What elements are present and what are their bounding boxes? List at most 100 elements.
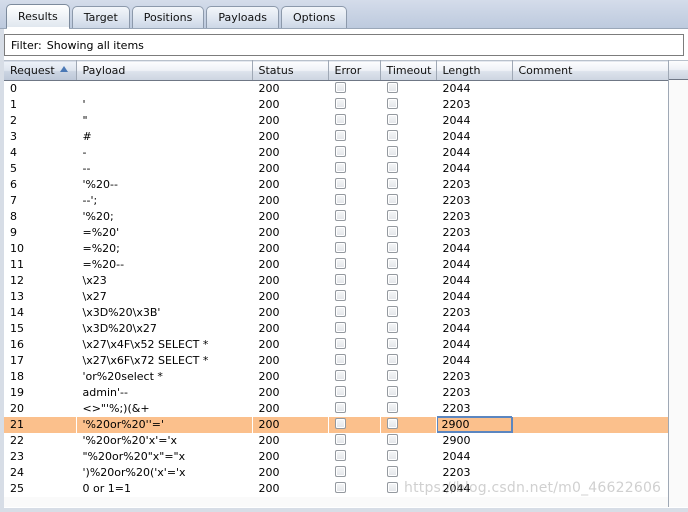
checkbox-timeout-icon[interactable]: [386, 402, 398, 413]
cell-status[interactable]: 200: [252, 129, 328, 145]
table-row[interactable]: 20 <>"'%;)(&+ 200 2203: [4, 400, 668, 417]
cell-status[interactable]: 200: [252, 97, 328, 113]
cell-timeout[interactable]: [380, 113, 436, 129]
cell-error[interactable]: [328, 113, 380, 129]
cell-error[interactable]: [328, 385, 380, 401]
checkbox-timeout-icon[interactable]: [386, 178, 398, 189]
cell-request[interactable]: 4: [4, 145, 76, 161]
cell-length[interactable]: 2044: [436, 353, 512, 369]
cell-status[interactable]: 200: [252, 337, 328, 353]
cell-error[interactable]: [328, 193, 380, 209]
cell-request[interactable]: 7: [4, 193, 76, 209]
cell-request[interactable]: 25: [4, 481, 76, 497]
cell-error[interactable]: [328, 209, 380, 225]
checkbox-timeout-icon[interactable]: [386, 290, 398, 301]
cell-error[interactable]: [328, 161, 380, 177]
cell-payload[interactable]: admin'--: [76, 385, 252, 401]
cell-status[interactable]: 200: [252, 481, 328, 497]
table-row[interactable]: 21 '%20or%20''=' 200 2900: [4, 416, 668, 433]
checkbox-timeout-icon[interactable]: [386, 274, 398, 285]
cell-payload[interactable]: "%20or%20"x"="x: [76, 449, 252, 465]
cell-error[interactable]: [328, 321, 380, 337]
cell-timeout[interactable]: [380, 433, 436, 449]
cell-length[interactable]: 2203: [436, 369, 512, 385]
cell-request[interactable]: 0: [4, 81, 76, 97]
cell-comment[interactable]: [512, 113, 668, 129]
checkbox-timeout-icon[interactable]: [386, 194, 398, 205]
cell-timeout[interactable]: [380, 225, 436, 241]
checkbox-timeout-icon[interactable]: [386, 114, 398, 125]
cell-payload[interactable]: =%20--: [76, 257, 252, 273]
checkbox-error-icon[interactable]: [334, 82, 346, 94]
cell-request[interactable]: 12: [4, 273, 76, 289]
checkbox-error-icon[interactable]: [334, 418, 346, 429]
cell-status[interactable]: 200: [252, 161, 328, 177]
cell-payload[interactable]: =%20;: [76, 241, 252, 257]
table-row[interactable]: 6 '%20-- 200 2203: [4, 176, 668, 193]
cell-length[interactable]: 2203: [436, 225, 512, 241]
table-row[interactable]: 22 '%20or%20'x'='x 200 2900: [4, 432, 668, 449]
cell-timeout[interactable]: [380, 401, 436, 417]
cell-payload[interactable]: --: [76, 161, 252, 177]
cell-status[interactable]: 200: [252, 257, 328, 273]
column-header-error[interactable]: Error: [328, 60, 381, 81]
cell-request[interactable]: 18: [4, 369, 76, 385]
cell-timeout[interactable]: [380, 449, 436, 465]
checkbox-timeout-icon[interactable]: [386, 98, 398, 109]
table-row[interactable]: 8 '%20; 200 2203: [4, 208, 668, 225]
cell-status[interactable]: 200: [252, 241, 328, 257]
cell-comment[interactable]: [512, 321, 668, 337]
cell-comment[interactable]: [512, 81, 668, 97]
cell-timeout[interactable]: [380, 161, 436, 177]
cell-timeout[interactable]: [380, 177, 436, 193]
cell-timeout[interactable]: [380, 416, 436, 433]
cell-length[interactable]: 2044: [436, 145, 512, 161]
checkbox-timeout-icon[interactable]: [386, 482, 398, 493]
cell-timeout[interactable]: [380, 273, 436, 289]
checkbox-error-icon[interactable]: [334, 434, 346, 445]
checkbox-timeout-icon[interactable]: [386, 386, 398, 397]
cell-comment[interactable]: [512, 305, 668, 321]
cell-length[interactable]: 2203: [436, 305, 512, 321]
cell-comment[interactable]: [512, 353, 668, 369]
cell-request[interactable]: 16: [4, 337, 76, 353]
cell-length[interactable]: 2044: [436, 481, 512, 497]
cell-status[interactable]: 200: [252, 145, 328, 161]
cell-length[interactable]: 2044: [436, 241, 512, 257]
checkbox-timeout-icon[interactable]: [386, 162, 398, 173]
cell-length[interactable]: 2203: [436, 465, 512, 481]
cell-length[interactable]: 2203: [436, 97, 512, 113]
table-row[interactable]: 13 \x27 200 2044: [4, 288, 668, 305]
checkbox-error-icon[interactable]: [334, 402, 346, 413]
cell-length[interactable]: 2044: [436, 113, 512, 129]
cell-timeout[interactable]: [380, 129, 436, 145]
cell-comment[interactable]: [512, 465, 668, 481]
cell-error[interactable]: [328, 129, 380, 145]
cell-status[interactable]: 200: [252, 113, 328, 129]
cell-length[interactable]: 2203: [436, 385, 512, 401]
cell-timeout[interactable]: [380, 305, 436, 321]
table-row[interactable]: 5 -- 200 2044: [4, 160, 668, 177]
table-row[interactable]: 10 =%20; 200 2044: [4, 240, 668, 257]
cell-comment[interactable]: [512, 129, 668, 145]
tab-payloads[interactable]: Payloads: [206, 6, 279, 28]
checkbox-timeout-icon[interactable]: [386, 242, 398, 253]
cell-status[interactable]: 200: [252, 209, 328, 225]
cell-payload[interactable]: \x3D%20\x27: [76, 321, 252, 337]
results-table-container[interactable]: Request Payload Status Error Timeout Length Co…: [4, 60, 688, 507]
checkbox-error-icon[interactable]: [334, 370, 346, 381]
cell-error[interactable]: [328, 241, 380, 257]
column-header-payload[interactable]: Payload: [76, 60, 253, 81]
cell-status[interactable]: 200: [252, 385, 328, 401]
cell-length[interactable]: 2044: [436, 129, 512, 145]
cell-length[interactable]: 2044: [436, 257, 512, 273]
cell-timeout[interactable]: [380, 257, 436, 273]
cell-comment[interactable]: [512, 433, 668, 449]
cell-comment[interactable]: [512, 177, 668, 193]
cell-length[interactable]: 2044: [436, 273, 512, 289]
cell-error[interactable]: [328, 449, 380, 465]
cell-payload[interactable]: \x27\x6F\x72 SELECT *: [76, 353, 252, 369]
cell-request[interactable]: 13: [4, 289, 76, 305]
cell-timeout[interactable]: [380, 289, 436, 305]
column-header-comment[interactable]: Comment: [512, 60, 669, 81]
